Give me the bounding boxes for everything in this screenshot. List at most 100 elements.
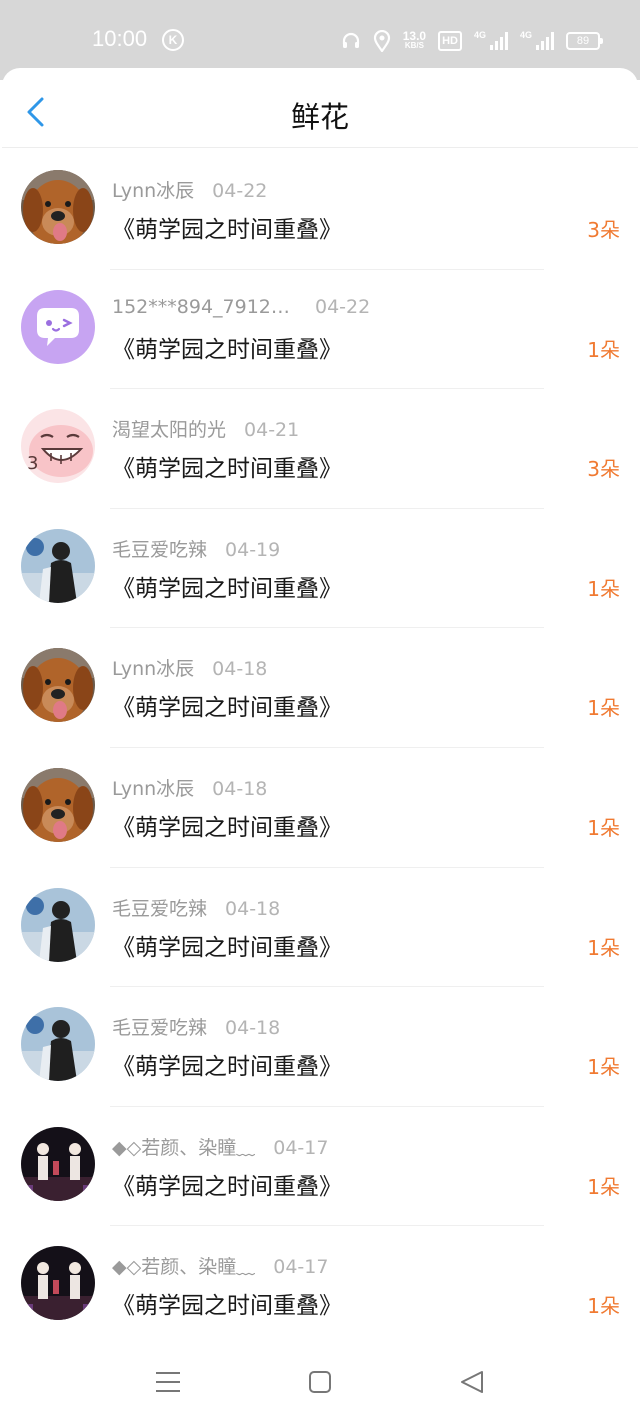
flower-list: Lynn冰辰 04-22 《萌学园之时间重叠》 3朵 152***894_79120.… xyxy=(0,150,640,1346)
avatar[interactable] xyxy=(21,528,95,603)
flower-count: 1朵 xyxy=(587,935,620,960)
pink-face-avatar-icon: 3 xyxy=(21,409,95,484)
item-meta: Lynn冰辰 04-18 xyxy=(112,774,267,801)
back-nav-button[interactable] xyxy=(454,1366,490,1398)
user-name: ◆◇若颜、染瞳﹏ xyxy=(112,1136,256,1159)
status-indicators: 13.0 KB/S HD 4G 4G 89 xyxy=(341,28,603,54)
flower-count: 1朵 xyxy=(587,1294,620,1319)
user-name: 毛豆爱吃辣 xyxy=(112,538,208,561)
net-speed-unit: KB/S xyxy=(404,41,424,50)
avatar[interactable] xyxy=(21,887,95,962)
item-meta: Lynn冰辰 04-18 xyxy=(112,654,267,681)
back-triangle-icon xyxy=(461,1371,483,1393)
user-name: 毛豆爱吃辣 xyxy=(112,897,208,920)
menu-button[interactable] xyxy=(150,1366,186,1398)
item-date: 04-18 xyxy=(225,1017,281,1040)
item-meta: ◆◇若颜、染瞳﹏ 04-17 xyxy=(112,1133,328,1160)
user-name: 渴望太阳的光 xyxy=(112,419,227,442)
flower-count: 1朵 xyxy=(587,815,620,840)
item-meta: 毛豆爱吃辣 04-19 xyxy=(112,535,280,562)
book-title: 《萌学园之时间重叠》 xyxy=(112,695,342,722)
flower-count: 1朵 xyxy=(587,696,620,721)
book-title: 《萌学园之时间重叠》 xyxy=(112,1173,342,1200)
avatar[interactable] xyxy=(21,767,95,842)
flower-count: 1朵 xyxy=(587,1174,620,1199)
status-time: 10:00 xyxy=(92,26,148,51)
network-type-1: 4G xyxy=(473,30,486,40)
book-title: 《萌学园之时间重叠》 xyxy=(112,934,342,961)
item-meta: 152***894_79120... 04-22 xyxy=(112,296,370,318)
svg-text:3: 3 xyxy=(27,453,38,474)
book-title: 《萌学园之时间重叠》 xyxy=(112,814,342,841)
network-type-2: 4G xyxy=(519,30,532,40)
page-title: 鲜花 xyxy=(290,100,349,134)
flower-count: 3朵 xyxy=(587,457,620,482)
item-meta: 毛豆爱吃辣 04-18 xyxy=(112,1013,280,1040)
person-avatar-icon xyxy=(21,887,95,962)
list-item[interactable]: 毛豆爱吃辣 04-18 《萌学园之时间重叠》 1朵 xyxy=(0,868,640,988)
avatar[interactable] xyxy=(21,648,95,723)
dog-avatar-icon xyxy=(21,767,95,842)
system-nav-bar xyxy=(0,1342,640,1422)
battery-icon: 89 xyxy=(566,32,603,50)
book-title: 《萌学园之时间重叠》 xyxy=(112,1293,342,1320)
book-title: 《萌学园之时间重叠》 xyxy=(112,456,342,483)
home-button[interactable] xyxy=(302,1366,338,1398)
location-icon xyxy=(373,30,390,52)
flower-count: 1朵 xyxy=(587,1055,620,1080)
user-name: 152***894_79120... xyxy=(112,295,297,318)
list-item[interactable]: ◆◇若颜、染瞳﹏ 04-17 《萌学园之时间重叠》 1朵 xyxy=(0,1107,640,1227)
list-item[interactable]: 3 渴望太阳的光 04-21 《萌学园之时间重叠》 3朵 xyxy=(0,389,640,509)
flower-count: 1朵 xyxy=(587,576,620,601)
book-title: 《萌学园之时间重叠》 xyxy=(112,336,342,363)
net-speed-value: 13.0 xyxy=(402,29,427,43)
person-avatar-icon xyxy=(21,528,95,603)
list-item[interactable]: Lynn冰辰 04-22 《萌学园之时间重叠》 3朵 xyxy=(0,150,640,270)
item-meta: 毛豆爱吃辣 04-18 xyxy=(112,894,280,921)
menu-icon xyxy=(156,1372,180,1392)
list-item[interactable]: Lynn冰辰 04-18 《萌学园之时间重叠》 1朵 xyxy=(0,628,640,748)
item-date: 04-19 xyxy=(225,538,281,561)
list-item[interactable]: 毛豆爱吃辣 04-18 《萌学园之时间重叠》 1朵 xyxy=(0,987,640,1107)
item-date: 04-18 xyxy=(212,658,268,681)
user-name: ◆◇若颜、染瞳﹏ xyxy=(112,1256,256,1279)
net-speed: 13.0 KB/S xyxy=(402,29,427,51)
item-date: 04-22 xyxy=(212,180,268,202)
avatar[interactable] xyxy=(21,1007,95,1082)
avatar[interactable] xyxy=(21,1246,95,1321)
dog-avatar-icon xyxy=(21,648,95,723)
list-item[interactable]: Lynn冰辰 04-18 《萌学园之时间重叠》 1朵 xyxy=(0,748,640,868)
flower-count: 3朵 xyxy=(587,218,620,242)
chat-bubble-avatar-icon xyxy=(21,289,95,364)
item-meta: 渴望太阳的光 04-21 xyxy=(112,415,299,442)
user-name: 毛豆爱吃辣 xyxy=(112,1017,208,1040)
page-header: 鲜花 xyxy=(2,68,638,148)
dog-avatar-icon xyxy=(21,170,95,244)
item-date: 04-18 xyxy=(225,897,281,920)
headset-icon xyxy=(342,32,359,48)
signal-icon xyxy=(536,32,554,50)
item-date: 04-17 xyxy=(273,1256,329,1279)
avatar[interactable] xyxy=(21,1126,95,1201)
item-meta: ◆◇若颜、染瞳﹏ 04-17 xyxy=(112,1252,328,1279)
user-name: Lynn冰辰 xyxy=(112,658,195,681)
book-title: 《萌学园之时间重叠》 xyxy=(112,575,342,602)
signal-icon xyxy=(489,32,508,50)
item-meta: Lynn冰辰 04-22 xyxy=(112,176,267,203)
avatar[interactable]: 3 xyxy=(21,409,95,484)
item-date: 04-21 xyxy=(244,419,300,442)
stage-avatar-icon xyxy=(21,1246,95,1321)
k-badge-icon: K xyxy=(162,29,184,51)
hd-icon: HD xyxy=(438,31,462,51)
user-name: Lynn冰辰 xyxy=(112,180,195,202)
flower-count: 1朵 xyxy=(587,337,620,362)
home-square-icon xyxy=(309,1371,331,1393)
item-date: 04-18 xyxy=(212,777,268,800)
list-item[interactable]: 152***894_79120... 04-22 《萌学园之时间重叠》 1朵 xyxy=(0,270,640,390)
list-item[interactable]: 毛豆爱吃辣 04-19 《萌学园之时间重叠》 1朵 xyxy=(0,509,640,629)
list-item[interactable]: ◆◇若颜、染瞳﹏ 04-17 《萌学园之时间重叠》 1朵 xyxy=(0,1226,640,1346)
item-date: 04-17 xyxy=(273,1136,329,1159)
avatar[interactable] xyxy=(21,170,95,244)
avatar[interactable] xyxy=(21,289,95,364)
item-date: 04-22 xyxy=(315,295,371,318)
